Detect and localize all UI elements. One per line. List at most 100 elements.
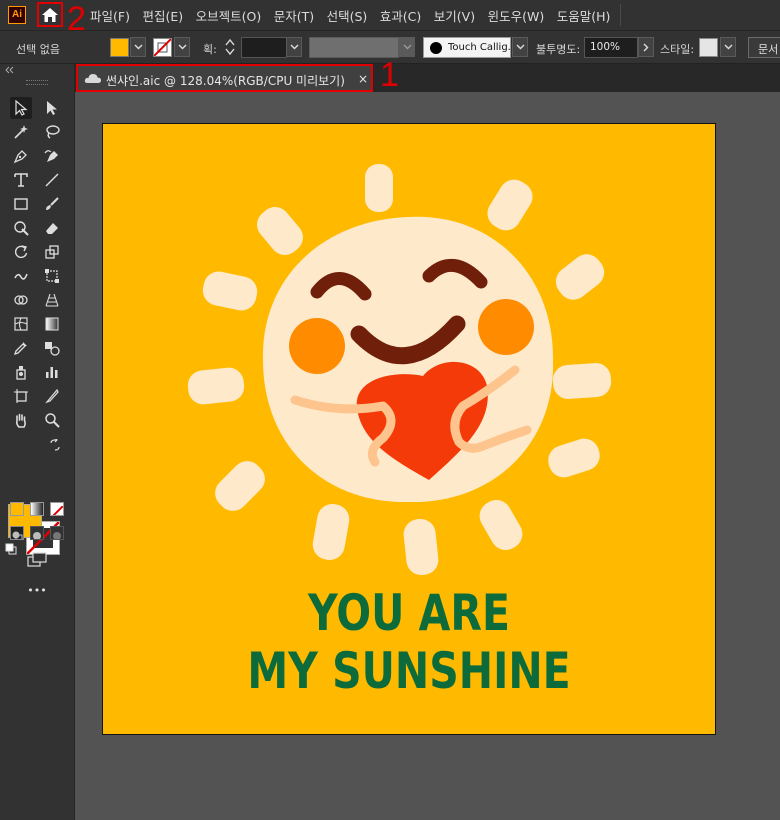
shape-builder-icon — [14, 295, 28, 305]
type-tool[interactable] — [10, 169, 32, 191]
brush-name: Touch Callig... — [448, 42, 518, 53]
document-tab[interactable]: 썬샤인.aic @ 128.04%(RGB/CPU 미리보기) × — [76, 64, 373, 92]
free-transform-tool[interactable] — [41, 265, 63, 287]
none-mode-button[interactable] — [50, 502, 64, 516]
fill-swatch[interactable] — [110, 38, 129, 57]
document-setup-button[interactable]: 문서 — [748, 37, 780, 58]
graphic-style-swatch[interactable] — [699, 38, 718, 57]
draw-normal-button[interactable] — [10, 526, 24, 540]
pen-nib-icon — [13, 150, 27, 164]
scale-tool[interactable] — [41, 241, 63, 263]
menu-file[interactable]: 파일(F) — [90, 6, 130, 25]
chevron-down-icon — [403, 44, 411, 50]
rotate-icon — [14, 245, 28, 259]
menu-window[interactable]: 윈도우(W) — [488, 6, 545, 25]
perspective-grid-tool[interactable] — [41, 289, 63, 311]
opacity-input[interactable]: 100% — [584, 37, 638, 58]
warp-tool[interactable] — [10, 265, 32, 287]
menu-type[interactable]: 문자(T) — [274, 6, 314, 25]
chevron-down-icon — [178, 44, 186, 50]
selection-arrow-icon — [15, 100, 28, 116]
zoom-tool[interactable] — [41, 409, 63, 431]
curvature-tool[interactable] — [41, 145, 63, 167]
artboard-tool[interactable] — [10, 385, 32, 407]
rectangle-tool[interactable] — [10, 193, 32, 215]
slice-tool[interactable] — [41, 385, 63, 407]
pen-tool[interactable] — [10, 145, 32, 167]
perspective-grid-icon — [45, 293, 59, 307]
eraser-icon — [46, 223, 58, 234]
column-graph-icon — [46, 367, 58, 378]
opacity-label[interactable]: 불투명도: — [536, 41, 580, 57]
direct-selection-tool[interactable] — [41, 97, 63, 119]
menu-divider — [620, 4, 621, 26]
selection-tool[interactable] — [10, 97, 32, 119]
left-cheek — [289, 318, 345, 374]
menu-edit[interactable]: 편집(E) — [142, 6, 183, 25]
chevron-down-icon — [290, 44, 298, 50]
sun-ray-top — [365, 164, 393, 212]
free-transform-icon — [45, 269, 59, 283]
mesh-tool[interactable] — [10, 313, 32, 335]
sun-ray-upper-left — [202, 271, 258, 311]
artboard-icon — [14, 389, 28, 403]
gradient-tool[interactable] — [41, 313, 63, 335]
fill-dropdown[interactable] — [130, 37, 146, 57]
draw-inside-button[interactable] — [50, 526, 64, 540]
hand-tool[interactable] — [10, 409, 32, 431]
stroke-weight-dropdown[interactable] — [286, 37, 302, 57]
swap-fill-stroke[interactable] — [48, 438, 62, 452]
draw-behind-button[interactable] — [30, 526, 44, 540]
slogan-line-2: MY SUNSHINE — [247, 642, 571, 700]
brush-definition[interactable]: Touch Callig... — [423, 37, 517, 58]
lasso-tool[interactable] — [41, 121, 63, 143]
profile-dropdown[interactable] — [399, 37, 415, 57]
artboard[interactable]: YOU ARE MY SUNSHINE — [102, 123, 716, 735]
opacity-expand[interactable] — [638, 37, 654, 57]
blend-tool[interactable] — [41, 337, 63, 359]
rotate-tool[interactable] — [10, 241, 32, 263]
symbol-sprayer-tool[interactable] — [10, 361, 32, 383]
color-mode-button[interactable] — [10, 502, 24, 516]
stroke-dropdown[interactable] — [174, 37, 190, 57]
warp-icon — [14, 273, 28, 280]
menu-effect[interactable]: 효과(C) — [380, 6, 421, 25]
menu-select[interactable]: 선택(S) — [327, 6, 368, 25]
eyedropper-icon — [13, 342, 27, 356]
magic-wand-icon — [14, 125, 28, 139]
shaper-tool[interactable] — [10, 217, 32, 239]
column-graph-tool[interactable] — [41, 361, 63, 383]
stroke-weight-stepper[interactable] — [222, 36, 238, 58]
edit-toolbar-button[interactable]: ••• — [0, 584, 74, 597]
paintbrush-tool[interactable] — [41, 193, 63, 215]
panel-header[interactable] — [0, 64, 74, 85]
illustrator-logo: Ai — [8, 6, 26, 24]
menu-view[interactable]: 보기(V) — [434, 6, 475, 25]
sun-ray-lower-left — [215, 461, 265, 511]
blend-icon — [45, 342, 60, 356]
close-tab-button[interactable]: × — [358, 72, 368, 86]
brush-dot-icon — [430, 42, 442, 54]
home-button[interactable] — [37, 2, 63, 27]
default-fill-stroke[interactable] — [4, 542, 18, 556]
mesh-icon — [14, 317, 28, 331]
style-dropdown[interactable] — [720, 37, 736, 57]
gradient-mode-button[interactable] — [30, 502, 44, 516]
stroke-swatch[interactable] — [153, 38, 172, 57]
menu-help[interactable]: 도움말(H) — [557, 6, 611, 25]
swap-arrow-icon — [50, 439, 60, 451]
stroke-weight-input[interactable] — [241, 37, 287, 58]
document-tab-title: 썬샤인.aic @ 128.04%(RGB/CPU 미리보기) — [106, 74, 345, 88]
line-segment-tool[interactable] — [41, 169, 63, 191]
shape-builder-tool[interactable] — [10, 289, 32, 311]
brush-dropdown[interactable] — [512, 37, 528, 57]
menu-object[interactable]: 오브젝트(O) — [196, 6, 262, 25]
eyedropper-tool[interactable] — [10, 337, 32, 359]
chevron-down-icon — [516, 44, 524, 50]
style-label: 스타일: — [660, 43, 695, 56]
screen-mode-button[interactable] — [26, 549, 48, 571]
variable-width-profile[interactable] — [309, 37, 399, 58]
none-slash-icon — [52, 505, 63, 515]
eraser-tool[interactable] — [41, 217, 63, 239]
magic-wand-tool[interactable] — [10, 121, 32, 143]
